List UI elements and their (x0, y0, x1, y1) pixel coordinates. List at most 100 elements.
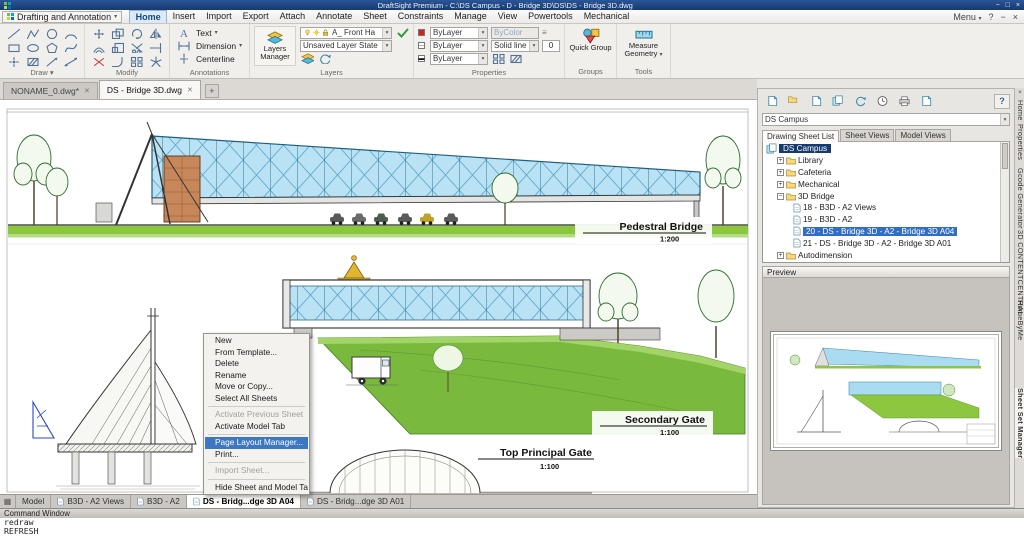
window-close-button[interactable]: × (1016, 2, 1020, 9)
erase-tool-icon[interactable] (89, 54, 108, 68)
properties-grid-icon[interactable] (491, 52, 505, 66)
sheet-tab-bridge-3d-a04[interactable]: DS - Bridg...dge 3D A04 (187, 495, 301, 508)
properties-painter-icon[interactable] (508, 52, 522, 66)
drawing-area[interactable]: Pedestral Bridge 1:200 (0, 100, 757, 494)
quick-group-label[interactable]: Quick Group (568, 44, 614, 52)
command-window[interactable]: redraw REFRESH (0, 518, 1024, 536)
sheet-tab-bridge-3d-a01[interactable]: DS - Bridg...dge 3D A01 (301, 495, 411, 508)
context-menu-item-activate-model-tab[interactable]: Activate Model Tab (205, 421, 308, 433)
arc-tool-icon[interactable] (61, 26, 80, 40)
ray-tool-icon[interactable] (42, 54, 61, 68)
menu-item-sheet[interactable]: Sheet (358, 10, 393, 23)
sheet-tab-model[interactable]: Model (16, 495, 51, 508)
extend-tool-icon[interactable] (146, 40, 165, 54)
line-tool-icon[interactable] (4, 26, 23, 40)
context-menu-item-print[interactable]: Print... (205, 449, 308, 461)
menu-item-constraints[interactable]: Constraints (392, 10, 449, 23)
tree-item-sheet-19[interactable]: 19 - B3D - A2 (763, 214, 1009, 226)
window-maximize-button[interactable]: □ (1006, 2, 1010, 9)
tree-item-cafeteria[interactable]: + Cafeteria (763, 167, 1009, 179)
ribbon-group-label[interactable]: Draw ▾ (0, 68, 84, 77)
export-sheet-set-icon[interactable] (916, 92, 936, 110)
new-document-tab-button[interactable]: + (205, 84, 219, 98)
menu-item-import[interactable]: Import (201, 10, 238, 23)
workspace-selector[interactable]: Drafting and Annotation ▾ (2, 11, 122, 23)
linestyle-name-combo[interactable]: Solid line ▾ (491, 40, 539, 52)
side-tab-properties[interactable]: Properties (1015, 124, 1024, 160)
context-menu-item-delete[interactable]: Delete (205, 358, 308, 370)
tree-scrollbar[interactable] (1000, 142, 1009, 262)
dimension-tool[interactable]: Dimension ▾ (174, 39, 245, 52)
context-menu-item-from-template[interactable]: From Template... (205, 347, 308, 359)
mirror-tool-icon[interactable] (146, 26, 165, 40)
side-tab-sheet-set-manager[interactable]: Sheet Set Manager (1015, 388, 1024, 458)
sheet-tab-b3d-a2-views[interactable]: B3D - A2 Views (51, 495, 131, 508)
tree-expander-icon[interactable]: + (777, 181, 784, 188)
window-minimize-button[interactable]: − (996, 2, 1000, 9)
polyline-tool-icon[interactable] (23, 26, 42, 40)
scale-tool-icon[interactable] (108, 40, 127, 54)
fillet-tool-icon[interactable] (108, 54, 127, 68)
tree-item-sheet-18[interactable]: 18 - B3D - A2 Views (763, 202, 1009, 214)
quick-group-icon[interactable] (581, 26, 601, 44)
move-tool-icon[interactable] (89, 26, 108, 40)
context-menu-item-rename[interactable]: Rename (205, 370, 308, 382)
side-tab-home[interactable]: Home (1015, 100, 1024, 121)
tree-expander-icon[interactable]: + (777, 157, 784, 164)
doc-tab-noname[interactable]: NONAME_0.dwg* ✕ (3, 82, 98, 99)
tab-sheet-views[interactable]: Sheet Views (840, 129, 894, 141)
menu-item-mechanical[interactable]: Mechanical (578, 10, 635, 23)
transparency-field[interactable]: 0 (542, 40, 560, 52)
tree-item-mechanical[interactable]: + Mechanical (763, 178, 1009, 190)
ribbon-group-label[interactable]: Tools (617, 68, 670, 77)
layer-preview-icon[interactable] (300, 52, 314, 66)
text-tool[interactable]: Text ▾ (174, 26, 245, 39)
side-tab-homebyme[interactable]: HomeByMe (1015, 300, 1024, 341)
point-tool-icon[interactable] (4, 54, 23, 68)
lineweight-combo[interactable]: ByLayer ▾ (430, 53, 488, 65)
help-button[interactable]: ? (994, 94, 1010, 109)
layers-manager-button[interactable]: Layers Manager (254, 26, 296, 66)
tree-item-3d-bridge[interactable]: − 3D Bridge (763, 190, 1009, 202)
tree-expander-icon[interactable]: + (777, 252, 784, 259)
context-menu-item-select-all-sheets[interactable]: Select All Sheets (205, 393, 308, 405)
tree-item-root[interactable]: DS Campus (763, 143, 1009, 155)
context-menu-item-new[interactable]: New (205, 335, 308, 347)
menu-item-export[interactable]: Export (237, 10, 274, 23)
sheet-tab-b3d-a2[interactable]: B3D - A2 (131, 495, 187, 508)
preview-header[interactable]: Preview (762, 266, 1010, 278)
trim-tool-icon[interactable] (127, 40, 146, 54)
tree-item-sheet-21[interactable]: 21 - DS - Bridge 3D - A2 - Bridge 3D A01 (763, 237, 1009, 249)
tree-item-sheet-20[interactable]: 20 - DS - Bridge 3D - A2 - Bridge 3D A04 (763, 226, 1009, 238)
tree-expander-icon[interactable]: − (777, 193, 784, 200)
active-layer-combo[interactable]: A_ Front Ha ▾ (300, 27, 392, 39)
hatch-tool-icon[interactable] (23, 54, 42, 68)
properties-more-icon[interactable]: ≡ (542, 28, 547, 37)
rotate-tool-icon[interactable] (127, 26, 146, 40)
centerline-tool[interactable]: Centerline (174, 52, 245, 65)
rectangle-tool-icon[interactable] (4, 40, 23, 54)
linestyle-combo[interactable]: ByLayer ▾ (430, 40, 488, 52)
spline-tool-icon[interactable] (61, 40, 80, 54)
tree-item-autodimension[interactable]: + Autodimension (763, 249, 1009, 261)
help-button[interactable]: ? (988, 12, 993, 22)
menu-item-manage[interactable]: Manage (449, 10, 493, 23)
ribbon-group-label[interactable]: Groups (565, 68, 616, 77)
tab-model-views[interactable]: Model Views (895, 129, 950, 141)
offset-tool-icon[interactable] (89, 40, 108, 54)
tree-expander-icon[interactable]: + (777, 169, 784, 176)
layer-state-combo[interactable]: Unsaved Layer State ▾ (300, 40, 392, 52)
ribbon-group-label[interactable]: Properties (414, 68, 564, 77)
ellipse-tool-icon[interactable] (23, 40, 42, 54)
tab-drawing-sheet-list[interactable]: Drawing Sheet List (762, 130, 839, 142)
layer-state-check-icon[interactable] (395, 26, 409, 40)
measure-label-2[interactable]: Geometry ▾ (624, 50, 662, 59)
explode-tool-icon[interactable] (146, 54, 165, 68)
copy-tool-icon[interactable] (108, 26, 127, 40)
menu-item-home[interactable]: Home (129, 10, 167, 23)
ribbon-group-label[interactable]: Layers (250, 68, 413, 77)
context-menu-item-hide-sheet-and-model-tabs[interactable]: Hide Sheet and Model Tabs (205, 482, 308, 494)
recent-icon[interactable] (872, 92, 892, 110)
import-sheet-icon[interactable] (806, 92, 826, 110)
sheet-list-icon[interactable] (828, 92, 848, 110)
